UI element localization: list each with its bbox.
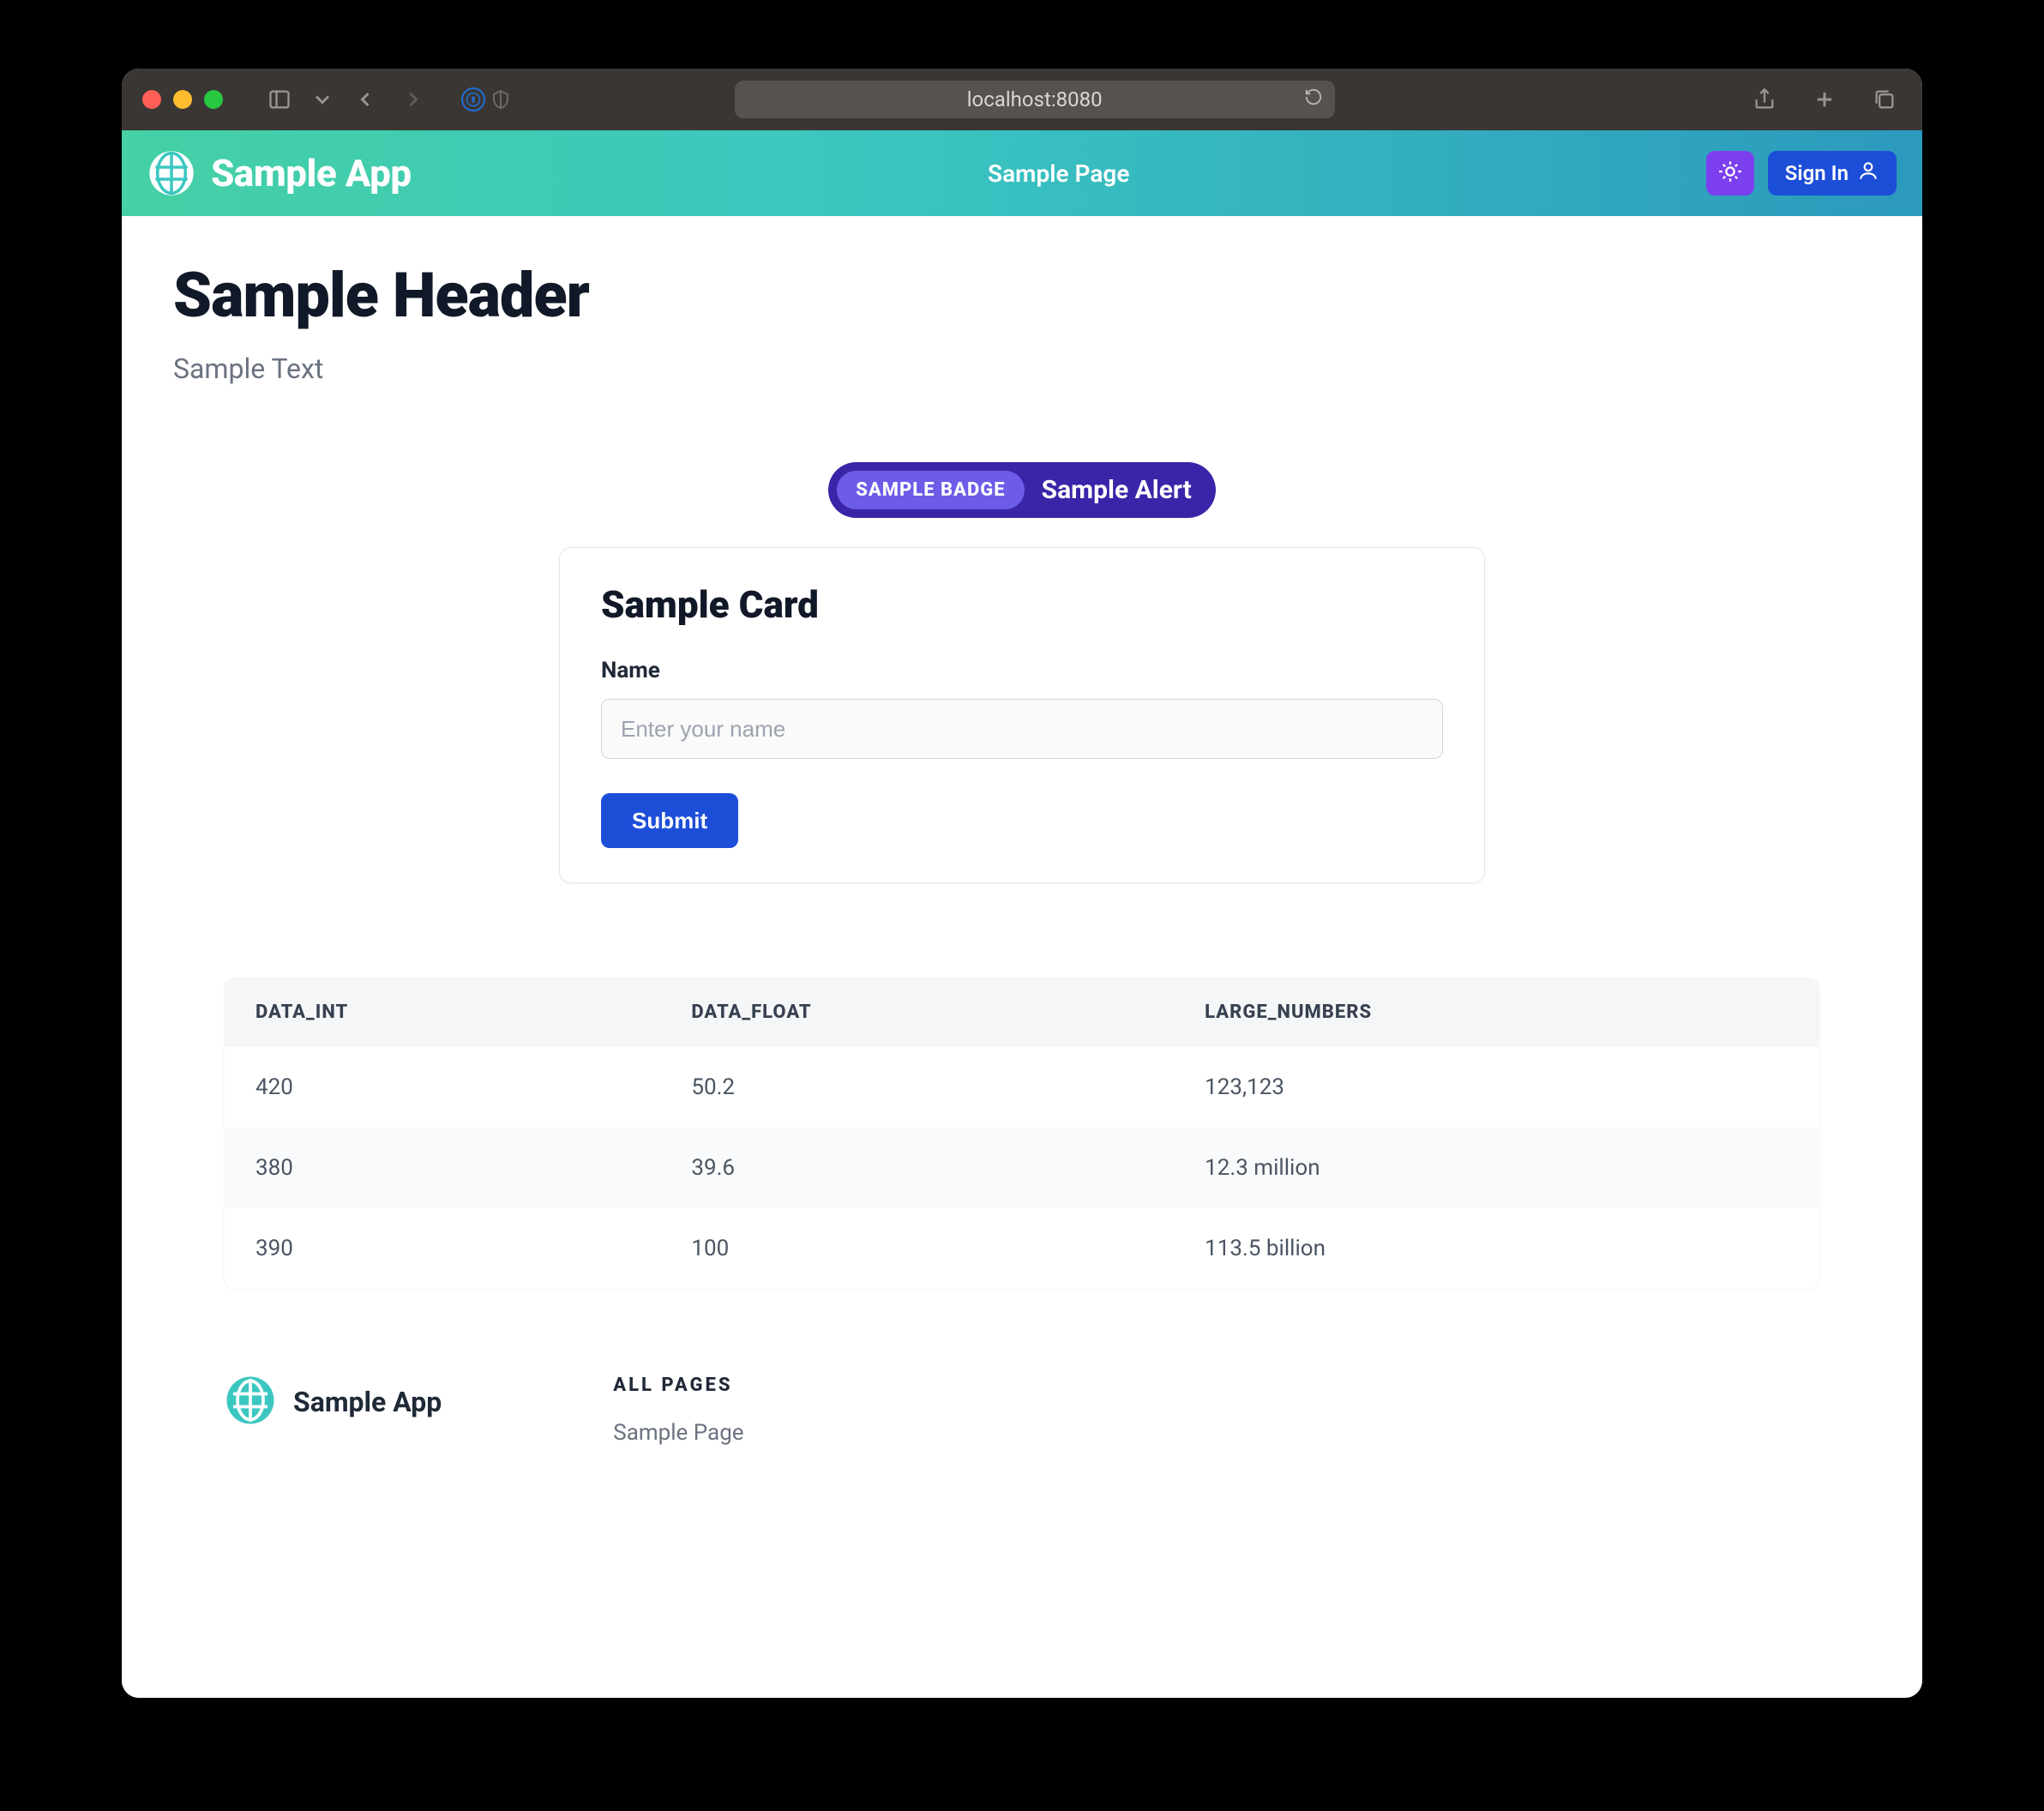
footer-column-title: ALL PAGES bbox=[613, 1375, 743, 1396]
nav-link-sample-page[interactable]: Sample Page bbox=[988, 159, 1129, 188]
address-bar[interactable]: localhost:8080 bbox=[735, 81, 1335, 118]
sun-icon bbox=[1718, 159, 1742, 187]
cell: 380 bbox=[225, 1128, 660, 1208]
app-navbar: Sample App Sample Page Sign In bbox=[122, 130, 1922, 216]
col-header-data-float[interactable]: DATA_FLOAT bbox=[660, 978, 1174, 1047]
footer: Sample App ALL PAGES Sample Page bbox=[225, 1375, 1819, 1446]
sign-in-label: Sign In bbox=[1785, 161, 1849, 185]
cell: 50.2 bbox=[660, 1047, 1174, 1128]
sign-in-button[interactable]: Sign In bbox=[1768, 151, 1897, 196]
name-label: Name bbox=[601, 658, 1443, 683]
cell: 390 bbox=[225, 1208, 660, 1289]
chevron-down-icon[interactable] bbox=[310, 82, 334, 117]
alert-badge: SAMPLE BADGE bbox=[837, 471, 1024, 509]
footer-link-sample-page[interactable]: Sample Page bbox=[613, 1420, 743, 1446]
footer-brand[interactable]: Sample App bbox=[225, 1375, 442, 1429]
data-table: DATA_INT DATA_FLOAT LARGE_NUMBERS 420 50… bbox=[225, 978, 1819, 1289]
window-minimize-button[interactable] bbox=[173, 90, 192, 109]
share-icon[interactable] bbox=[1747, 82, 1782, 117]
brand-name: Sample App bbox=[211, 151, 412, 196]
browser-titlebar: localhost:8080 bbox=[122, 69, 1922, 130]
brand-logo-icon bbox=[147, 149, 195, 197]
table-row: 390 100 113.5 billion bbox=[225, 1208, 1819, 1289]
extension-1password-icon[interactable] bbox=[461, 87, 485, 111]
privacy-shield-icon[interactable] bbox=[489, 87, 513, 111]
cell: 12.3 million bbox=[1174, 1128, 1819, 1208]
cell: 39.6 bbox=[660, 1128, 1174, 1208]
cell: 420 bbox=[225, 1047, 660, 1128]
col-header-large-numbers[interactable]: LARGE_NUMBERS bbox=[1174, 978, 1819, 1047]
table-row: 420 50.2 123,123 bbox=[225, 1047, 1819, 1128]
window-close-button[interactable] bbox=[142, 90, 161, 109]
alert-banner[interactable]: SAMPLE BADGE Sample Alert bbox=[828, 462, 1216, 518]
tab-overview-icon[interactable] bbox=[1867, 82, 1902, 117]
theme-toggle-button[interactable] bbox=[1706, 151, 1754, 196]
page-title: Sample Header bbox=[173, 259, 1871, 332]
brand[interactable]: Sample App bbox=[147, 149, 412, 197]
window-maximize-button[interactable] bbox=[204, 90, 223, 109]
name-input[interactable] bbox=[601, 699, 1443, 759]
url-text: localhost:8080 bbox=[967, 87, 1103, 111]
forward-button[interactable] bbox=[396, 82, 430, 117]
footer-logo-icon bbox=[225, 1375, 276, 1429]
page-content: Sample Header Sample Text SAMPLE BADGE S… bbox=[122, 216, 1922, 1698]
new-tab-icon[interactable] bbox=[1807, 82, 1842, 117]
cell: 123,123 bbox=[1174, 1047, 1819, 1128]
table-row: 380 39.6 12.3 million bbox=[225, 1128, 1819, 1208]
page-subtitle: Sample Text bbox=[173, 352, 1871, 385]
reload-icon[interactable] bbox=[1304, 87, 1323, 111]
cell: 100 bbox=[660, 1208, 1174, 1289]
alert-text: Sample Alert bbox=[1042, 475, 1192, 505]
sidebar-toggle-icon[interactable] bbox=[262, 82, 297, 117]
card-title: Sample Card bbox=[601, 582, 1443, 627]
back-button[interactable] bbox=[348, 82, 382, 117]
form-card: Sample Card Name Submit bbox=[559, 547, 1485, 883]
cell: 113.5 billion bbox=[1174, 1208, 1819, 1289]
footer-brand-name: Sample App bbox=[293, 1386, 442, 1418]
user-icon bbox=[1857, 159, 1879, 187]
submit-button[interactable]: Submit bbox=[601, 793, 738, 848]
col-header-data-int[interactable]: DATA_INT bbox=[225, 978, 660, 1047]
